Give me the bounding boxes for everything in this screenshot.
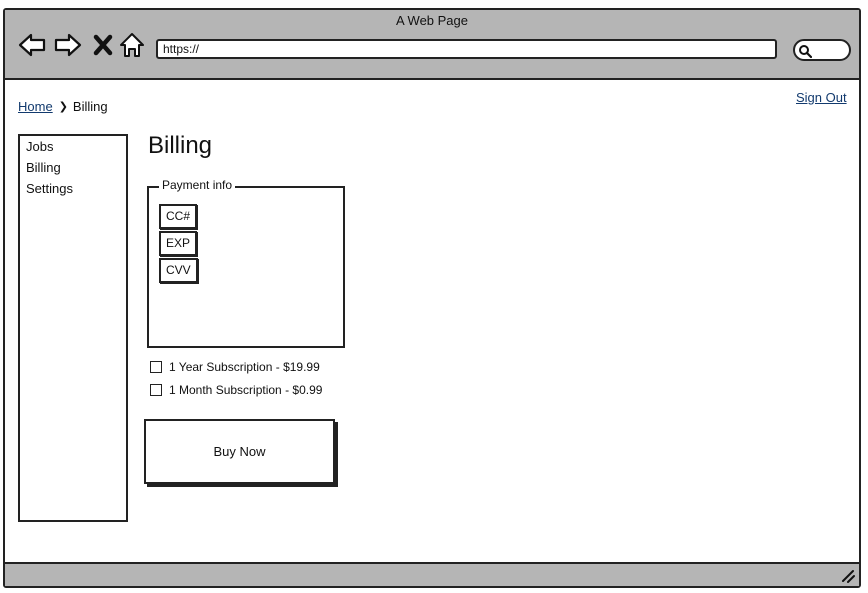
search-icon <box>799 45 812 58</box>
url-input[interactable]: https:// <box>156 39 777 59</box>
expiration-field[interactable]: EXP <box>159 231 198 256</box>
payment-info-fieldset: Payment info CC# EXP CVV <box>147 178 345 348</box>
cc-number-field[interactable]: CC# <box>159 204 198 229</box>
yearly-subscription-label: 1 Year Subscription - $19.99 <box>169 360 320 374</box>
sidebar-item-billing[interactable]: Billing <box>20 157 126 178</box>
close-x-icon[interactable] <box>89 31 117 59</box>
home-icon[interactable] <box>118 31 146 59</box>
page-title: Billing <box>148 132 213 159</box>
cvv-field[interactable]: CVV <box>159 258 198 283</box>
browser-window: A Web Page https:// Home ❯ Billing Sign … <box>3 8 861 588</box>
monthly-subscription-checkbox[interactable] <box>150 384 162 396</box>
breadcrumb-home-link[interactable]: Home <box>18 99 53 114</box>
sign-out-link[interactable]: Sign Out <box>796 90 847 105</box>
monthly-subscription-label: 1 Month Subscription - $0.99 <box>169 383 323 397</box>
chevron-right-icon: ❯ <box>58 101 68 113</box>
breadcrumb-current: Billing <box>72 99 108 114</box>
yearly-subscription-checkbox[interactable] <box>150 361 162 373</box>
back-arrow-icon[interactable] <box>18 31 46 59</box>
browser-toolbar: A Web Page https:// <box>5 10 859 80</box>
resize-grip-icon[interactable] <box>841 569 855 583</box>
sidebar-item-jobs[interactable]: Jobs <box>20 136 126 157</box>
payment-info-legend: Payment info <box>159 178 236 192</box>
search-button[interactable] <box>793 39 851 61</box>
option-yearly-row: 1 Year Subscription - $19.99 <box>150 360 320 374</box>
status-bar <box>5 562 859 586</box>
option-monthly-row: 1 Month Subscription - $0.99 <box>150 383 322 397</box>
sidebar: Jobs Billing Settings <box>18 134 128 522</box>
window-title: A Web Page <box>395 13 469 28</box>
forward-arrow-icon[interactable] <box>54 31 82 59</box>
breadcrumb: Home ❯ Billing <box>18 99 108 114</box>
sidebar-item-settings[interactable]: Settings <box>20 178 126 199</box>
buy-now-button[interactable]: Buy Now <box>144 419 335 484</box>
